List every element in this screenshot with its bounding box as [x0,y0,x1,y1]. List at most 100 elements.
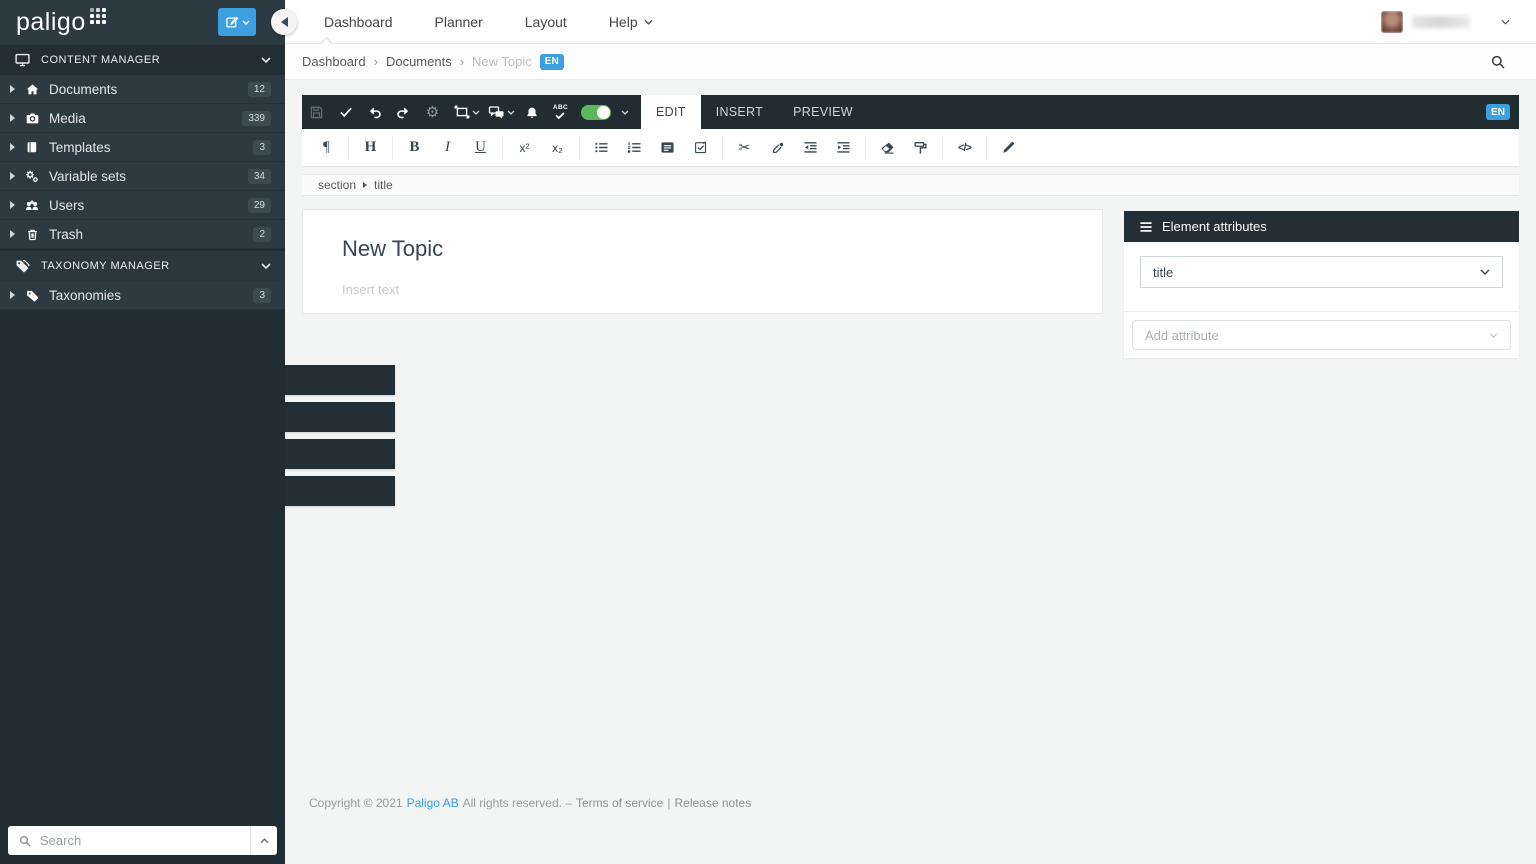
cut-button[interactable]: ✂ [728,129,761,167]
search-icon [18,834,32,848]
save-button[interactable] [302,95,331,129]
sidebar-item-variable-sets[interactable]: Variable sets 34 [0,162,285,191]
toolbar-divider [348,136,349,160]
heading-button[interactable]: H [354,129,387,167]
nav-help[interactable]: Help [588,0,674,43]
tab-preview[interactable]: PREVIEW [778,95,868,129]
edit-mode-button[interactable] [992,129,1025,167]
comments-icon [488,105,505,120]
notifications-button[interactable] [517,95,546,129]
tab-insert[interactable]: INSERT [701,95,778,129]
user-menu[interactable] [1381,11,1510,33]
chevron-down-icon [1489,333,1498,338]
undo-button[interactable] [360,95,389,129]
toolbar-divider [722,136,723,160]
sidebar-item-users[interactable]: Users 29 [0,191,285,220]
nav-layout[interactable]: Layout [504,0,588,43]
sidebar-item-label: Trash [49,227,253,242]
element-path-bar: section title [302,174,1519,196]
search-input[interactable] [40,833,250,848]
element-attributes-body: title Add attribute [1124,242,1519,358]
numbered-list-button[interactable] [618,129,651,167]
document-title[interactable]: New Topic [342,236,443,262]
breadcrumb: Dashboard › Documents › New Topic EN [302,54,564,70]
expand-caret-icon[interactable] [10,172,15,180]
sidebar: paligo CONTENT MANAGER [0,0,285,864]
breadcrumb-dashboard[interactable]: Dashboard [302,54,366,69]
toolbar-divider [392,136,393,160]
accept-changes-button[interactable] [331,95,360,129]
document-body-placeholder[interactable]: Insert text [342,282,399,297]
terms-of-service-link[interactable]: Terms of service [576,796,663,810]
chevron-down-icon[interactable] [507,110,515,115]
settings-button[interactable]: ⚙ [418,95,447,129]
nav-planner[interactable]: Planner [414,0,504,43]
spellcheck-button[interactable]: ABC [546,95,575,129]
subscript-button[interactable]: x₂ [541,129,574,167]
path-current[interactable]: title [374,178,393,192]
expand-caret-icon[interactable] [10,230,15,238]
nav-dashboard[interactable]: Dashboard [303,0,414,43]
search-icon[interactable] [1490,54,1506,70]
sidebar-section-content-manager[interactable]: CONTENT MANAGER [0,45,285,75]
path-parent[interactable]: section [318,178,356,192]
indent-icon [836,141,851,154]
redo-button[interactable] [389,95,418,129]
chevron-down-icon[interactable] [472,110,480,115]
release-notes-link[interactable]: Release notes [674,796,751,810]
sidebar-item-documents[interactable]: Documents 12 [0,75,285,104]
format-painter-button[interactable] [904,129,937,167]
resize-frame-icon [454,105,470,119]
search-options-toggle[interactable] [250,826,277,855]
pencil-icon [1001,140,1016,155]
bold-button[interactable]: B [398,129,431,167]
text-block-button[interactable] [651,129,684,167]
document-editor-canvas[interactable]: New Topic Insert text [302,209,1103,314]
tab-edit[interactable]: EDIT [641,95,701,129]
company-link[interactable]: Paligo AB [407,796,459,810]
undo-icon [367,106,382,119]
count-badge: 12 [248,82,271,97]
sidebar-collapse-button[interactable] [271,9,297,35]
breadcrumb-documents[interactable]: Documents [386,54,452,69]
eraser-button[interactable] [871,129,904,167]
numbered-list-icon [627,141,642,154]
create-document-button[interactable] [218,8,256,36]
list-icon [1139,221,1153,233]
spellcheck-toggle[interactable] [581,105,611,120]
italic-button[interactable]: I [431,129,464,167]
logo-bar: paligo [0,0,285,45]
attribute-select[interactable]: title [1140,256,1503,288]
bullet-list-button[interactable] [585,129,618,167]
toggle-knob [597,106,610,119]
expand-caret-icon[interactable] [10,114,15,122]
paligo-logo[interactable]: paligo [16,8,86,37]
sidebar-item-taxonomies[interactable]: Taxonomies 3 [0,281,285,310]
eyedropper-button[interactable] [761,129,794,167]
sidebar-item-templates[interactable]: Templates 3 [0,133,285,162]
indent-button[interactable] [827,129,860,167]
save-icon [309,105,324,120]
add-attribute-select[interactable]: Add attribute [1132,320,1511,350]
chevron-down-icon[interactable] [621,110,629,115]
underline-button[interactable]: U [464,129,497,167]
expand-caret-icon[interactable] [10,201,15,209]
sidebar-item-media[interactable]: Media 339 [0,104,285,133]
superscript-button[interactable]: x² [508,129,541,167]
outdent-button[interactable] [794,129,827,167]
source-code-button[interactable]: </> [948,129,981,167]
format-toolbar: ¶ H B I U x² x₂ ✂ [302,129,1519,167]
sidebar-section-taxonomy-manager[interactable]: TAXONOMY MANAGER [0,251,285,281]
chevron-down-icon [261,57,271,63]
tags-icon [14,258,31,274]
element-attributes-header[interactable]: Element attributes [1124,211,1519,242]
checklist-button[interactable] [684,129,717,167]
nav-items: Dashboard Planner Layout Help [303,0,674,43]
expand-caret-icon[interactable] [10,291,15,299]
nav-label: Help [609,14,638,30]
language-badge[interactable]: EN [1486,104,1510,120]
expand-caret-icon[interactable] [10,143,15,151]
sidebar-item-trash[interactable]: Trash 2 [0,220,285,249]
expand-caret-icon[interactable] [10,85,15,93]
paragraph-button[interactable]: ¶ [310,129,343,167]
